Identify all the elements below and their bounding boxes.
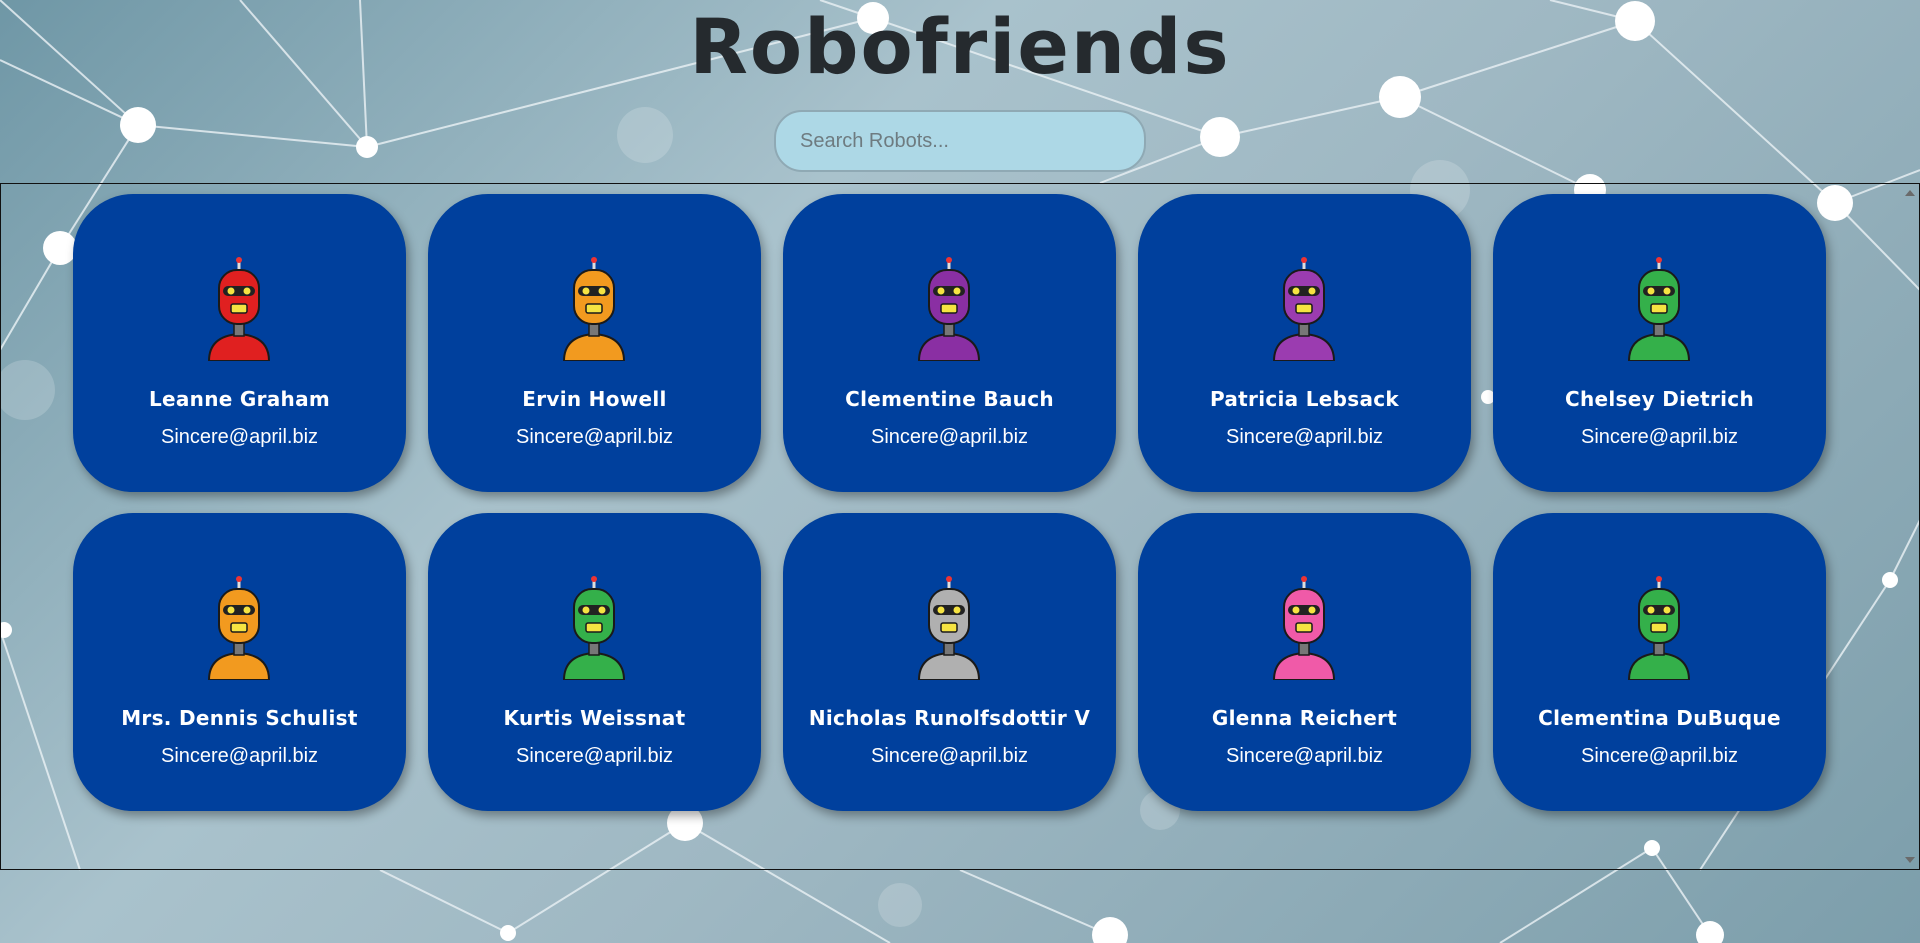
robot-email: Sincere@april.biz: [1580, 426, 1739, 448]
robot-email: Sincere@april.biz: [870, 745, 1029, 767]
robot-card[interactable]: Chelsey Dietrich Sincere@april.biz: [1493, 194, 1826, 492]
scroll-up-arrow-icon[interactable]: [1905, 190, 1915, 196]
robot-card-grid: Leanne Graham Sincere@april.biz Ervin Howe…: [1, 184, 1901, 869]
purple-robot-icon: [1272, 257, 1336, 361]
scroll-down-arrow-icon[interactable]: [1905, 857, 1915, 863]
robot-card[interactable]: Leanne Graham Sincere@april.biz: [73, 194, 406, 492]
robot-name: Mrs. Dennis Schulist: [121, 706, 358, 730]
robot-email: Sincere@april.biz: [515, 745, 674, 767]
green-robot-icon: [562, 576, 626, 680]
robot-email: Sincere@april.biz: [160, 745, 319, 767]
robot-card[interactable]: Patricia Lebsack Sincere@april.biz: [1138, 194, 1471, 492]
green-robot-icon: [1627, 257, 1691, 361]
gray-robot-icon: [917, 576, 981, 680]
robot-card[interactable]: Nicholas Runolfsdottir V Sincere@april.bi…: [783, 513, 1116, 811]
app-title: Robofriends: [689, 2, 1231, 91]
robot-card[interactable]: Mrs. Dennis Schulist Sincere@april.biz: [73, 513, 406, 811]
robot-list-scroll-region[interactable]: Leanne Graham Sincere@april.biz Ervin Howe…: [0, 183, 1920, 870]
orange-robot-icon: [207, 576, 271, 680]
green-robot-icon: [1627, 576, 1691, 680]
robot-name: Nicholas Runolfsdottir V: [808, 706, 1091, 730]
red-robot-icon: [207, 257, 271, 361]
robot-name: Chelsey Dietrich: [1565, 387, 1754, 411]
robot-email: Sincere@april.biz: [1580, 745, 1739, 767]
robot-name: Leanne Graham: [148, 387, 331, 411]
robot-email: Sincere@april.biz: [870, 426, 1029, 448]
robot-name: Patricia Lebsack: [1209, 387, 1400, 411]
pink-robot-icon: [1272, 576, 1336, 680]
robot-email: Sincere@april.biz: [160, 426, 319, 448]
robot-email: Sincere@april.biz: [1225, 745, 1384, 767]
robot-name: Clementine Bauch: [845, 387, 1054, 411]
robot-email: Sincere@april.biz: [1225, 426, 1384, 448]
robot-card[interactable]: Clementine Bauch Sincere@april.biz: [783, 194, 1116, 492]
orange-robot-icon: [562, 257, 626, 361]
robot-card[interactable]: Kurtis Weissnat Sincere@april.biz: [428, 513, 761, 811]
robot-name: Ervin Howell: [522, 387, 667, 411]
vertical-scrollbar[interactable]: [1901, 184, 1918, 869]
robot-card[interactable]: Clementina DuBuque Sincere@april.biz: [1493, 513, 1826, 811]
robot-email: Sincere@april.biz: [515, 426, 674, 448]
search-input[interactable]: [774, 110, 1146, 172]
robot-name: Clementina DuBuque: [1538, 706, 1781, 730]
robot-card[interactable]: Ervin Howell Sincere@april.biz: [428, 194, 761, 492]
robot-name: Glenna Reichert: [1211, 706, 1398, 730]
robot-name: Kurtis Weissnat: [503, 706, 686, 730]
purple-robot-icon: [917, 257, 981, 361]
robot-card[interactable]: Glenna Reichert Sincere@april.biz: [1138, 513, 1471, 811]
